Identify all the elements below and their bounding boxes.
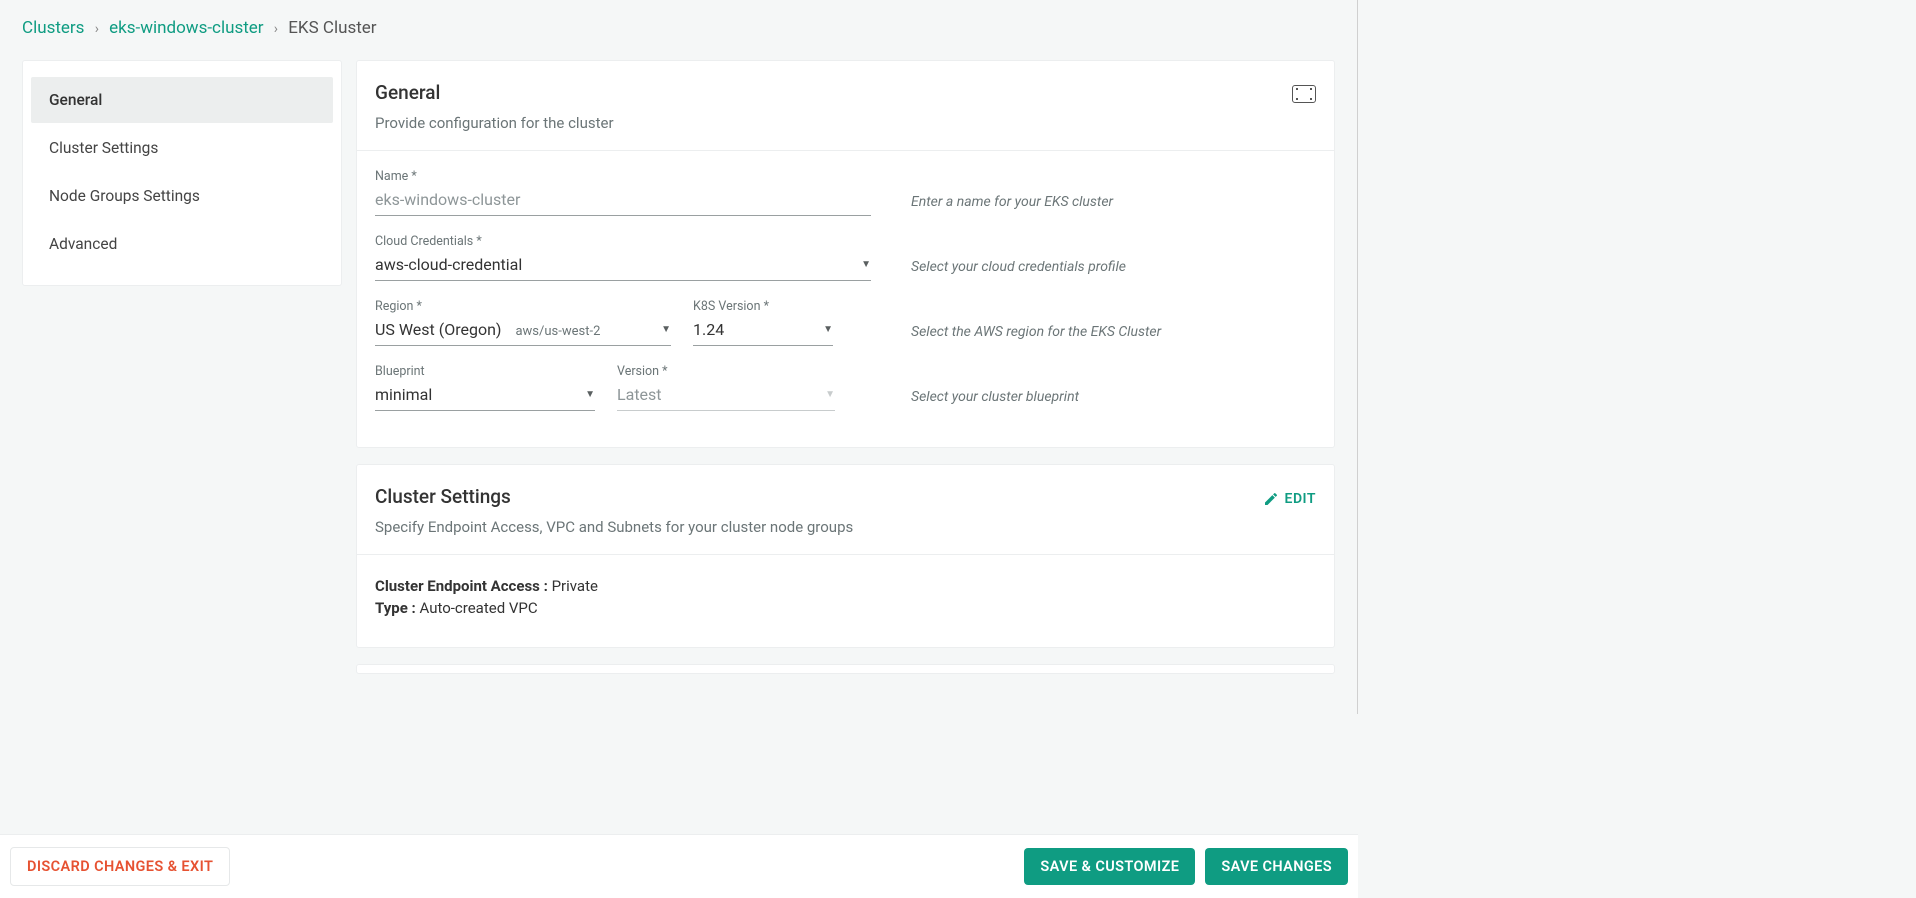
edit-label: EDIT — [1285, 491, 1316, 507]
sidebar-item-node-groups-settings[interactable]: Node Groups Settings — [31, 173, 333, 219]
bpversion-value: Latest — [617, 385, 662, 404]
sidebar-item-label: Cluster Settings — [49, 139, 158, 157]
k8s-label: K8S Version * — [693, 299, 833, 314]
blueprint-select[interactable]: minimal ▼ — [375, 381, 595, 411]
bpversion-label: Version * — [617, 364, 835, 379]
k8s-value: 1.24 — [693, 320, 724, 339]
k8s-select[interactable]: 1.24 ▼ — [693, 316, 833, 346]
bpversion-select[interactable]: Latest ▼ — [617, 381, 835, 411]
cluster-settings-card: Cluster Settings Specify Endpoint Access… — [356, 464, 1335, 648]
sidebar-item-label: Node Groups Settings — [49, 187, 200, 205]
general-subtitle: Provide configuration for the cluster — [375, 114, 614, 132]
cluster-settings-subtitle: Specify Endpoint Access, VPC and Subnets… — [375, 518, 853, 536]
region-helper: Select the AWS region for the EKS Cluste… — [911, 324, 1161, 346]
type-label: Type : — [375, 599, 416, 617]
region-label: Region * — [375, 299, 671, 314]
section-sidebar: General Cluster Settings Node Groups Set… — [22, 60, 342, 286]
sidebar-item-label: Advanced — [49, 235, 117, 253]
general-card: General Provide configuration for the cl… — [356, 60, 1335, 448]
blueprint-label: Blueprint — [375, 364, 595, 379]
name-helper: Enter a name for your EKS cluster — [911, 194, 1113, 216]
credentials-label: Cloud Credentials * — [375, 234, 871, 249]
chevron-down-icon: ▼ — [823, 324, 833, 335]
credentials-value: aws-cloud-credential — [375, 255, 522, 274]
sidebar-item-general[interactable]: General — [31, 77, 333, 123]
blueprint-value: minimal — [375, 385, 432, 404]
save-changes-button[interactable]: SAVE CHANGES — [1205, 848, 1348, 885]
sidebar-item-advanced[interactable]: Advanced — [31, 221, 333, 267]
footer-bar: DISCARD CHANGES & EXIT SAVE & CUSTOMIZE … — [0, 834, 1358, 898]
save-customize-button[interactable]: SAVE & CUSTOMIZE — [1024, 848, 1195, 885]
region-sub: aws/us-west-2 — [515, 324, 600, 339]
sidebar-item-label: General — [49, 91, 102, 109]
sidebar-item-cluster-settings[interactable]: Cluster Settings — [31, 125, 333, 171]
breadcrumb-separator: › — [95, 21, 99, 37]
name-input[interactable] — [375, 186, 871, 216]
chevron-down-icon: ▼ — [825, 389, 835, 400]
chevron-down-icon: ▼ — [861, 259, 871, 270]
name-label: Name * — [375, 169, 871, 184]
breadcrumb-root-link[interactable]: Clusters — [22, 18, 84, 38]
credentials-select[interactable]: aws-cloud-credential ▼ — [375, 251, 871, 281]
cluster-settings-title: Cluster Settings — [375, 485, 853, 508]
next-card-peek — [356, 664, 1335, 674]
breadcrumb-current: EKS Cluster — [288, 18, 376, 38]
discard-button[interactable]: DISCARD CHANGES & EXIT — [10, 847, 230, 886]
chevron-down-icon: ▼ — [661, 324, 671, 335]
region-value: US West (Oregon) — [375, 320, 502, 339]
general-title: General — [375, 81, 614, 104]
pencil-icon — [1263, 491, 1279, 507]
breadcrumb-separator: › — [274, 21, 278, 37]
credentials-helper: Select your cloud credentials profile — [911, 259, 1126, 281]
expand-icon[interactable] — [1292, 85, 1316, 103]
edit-button[interactable]: EDIT — [1263, 491, 1316, 507]
breadcrumb-cluster-link[interactable]: eks-windows-cluster — [109, 18, 263, 38]
endpoint-access-label: Cluster Endpoint Access : — [375, 577, 548, 595]
breadcrumb: Clusters › eks-windows-cluster › EKS Clu… — [0, 0, 1357, 60]
blueprint-helper: Select your cluster blueprint — [911, 389, 1079, 411]
region-select[interactable]: US West (Oregon) aws/us-west-2 ▼ — [375, 316, 671, 346]
chevron-down-icon: ▼ — [585, 389, 595, 400]
